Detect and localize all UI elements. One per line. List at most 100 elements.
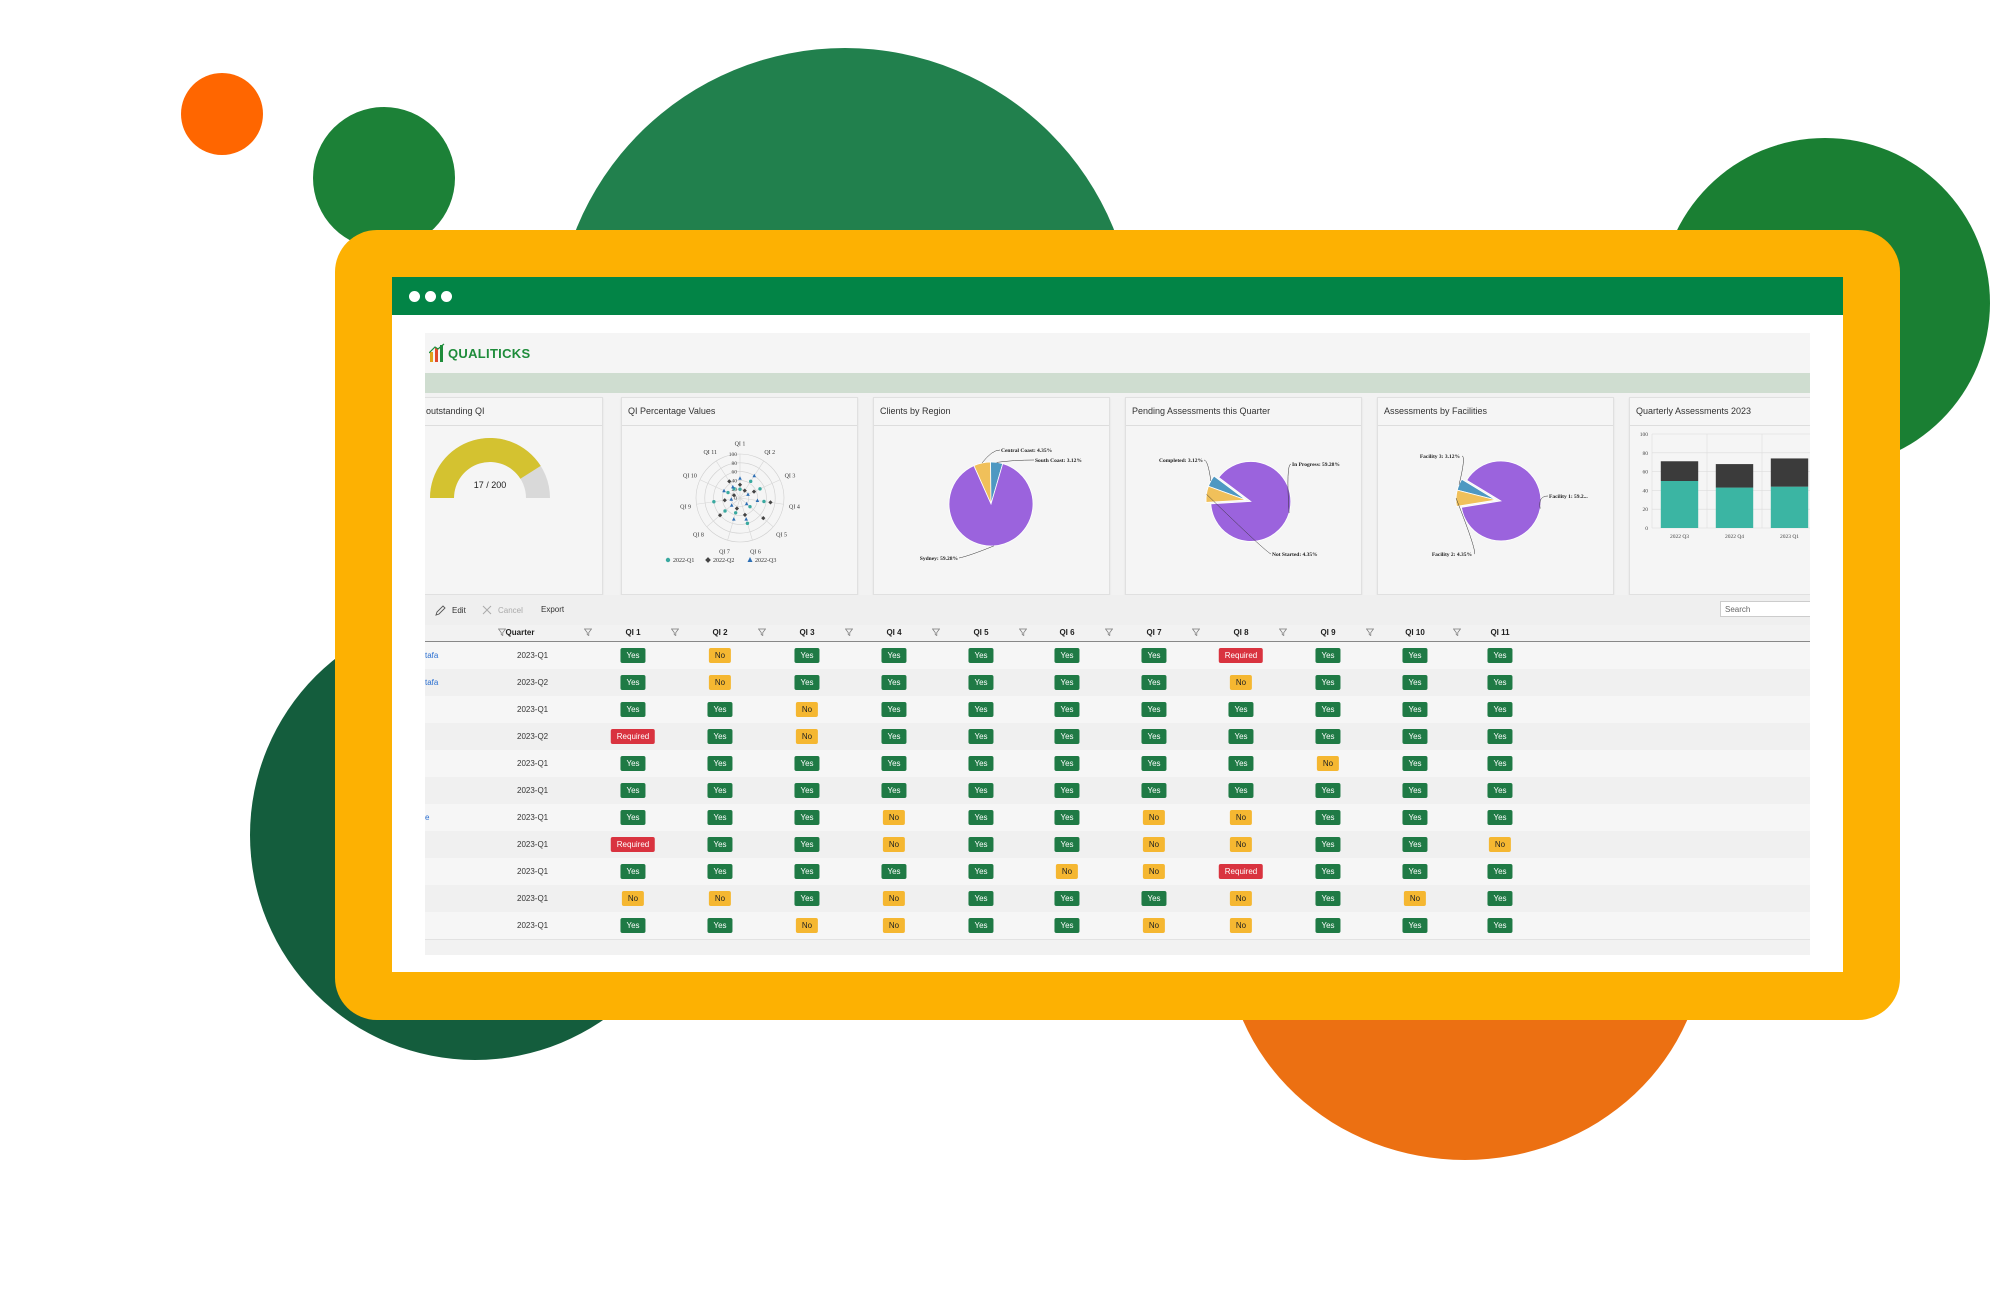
status-badge: Yes <box>794 756 820 771</box>
clients-by-region-card: Clients by Region Central Coast: 4.35% So… <box>873 397 1110 595</box>
radar-axis-label: QI 5 <box>776 533 787 539</box>
window-dot-2[interactable] <box>425 291 436 302</box>
assessments-by-facilities-card: Assessments by Facilities Facility 3: 3.… <box>1377 397 1614 595</box>
pie-slice-label: In Progress: 59.28% <box>1292 462 1340 468</box>
column-header-quarter[interactable]: Quarter <box>506 628 535 637</box>
bar-tick-label: 60 <box>1643 470 1649 476</box>
filter-icon[interactable] <box>758 628 766 636</box>
table-row[interactable]: 2023-Q1 Yes Yes Yes Yes Yes Yes Yes Yes Yes Yes Yes <box>425 777 1810 805</box>
pie-slice-label: South Coast: 3.12% <box>1035 458 1082 464</box>
radar-point <box>726 490 730 495</box>
filter-icon[interactable] <box>1366 628 1374 636</box>
search-input[interactable]: Search <box>1720 601 1810 617</box>
table-row[interactable]: 2023-Q1 Required Yes Yes No Yes Yes No No Yes Yes N… <box>425 831 1810 859</box>
table-row[interactable]: 2023-Q1 Yes Yes Yes Yes Yes No No Required Yes Yes… <box>425 858 1810 886</box>
column-header-qi-4[interactable]: QI 4 <box>886 628 901 637</box>
bar-segment[interactable] <box>1660 461 1699 481</box>
table-row[interactable]: 2023-Q1 Yes Yes Yes Yes Yes Yes Yes Yes No Yes Yes <box>425 750 1810 778</box>
status-badge: Yes <box>1487 729 1513 744</box>
status-badge: No <box>1142 864 1166 879</box>
status-badge: Yes <box>1054 837 1080 852</box>
row-name-link[interactable]: tafa <box>425 678 438 687</box>
status-badge: Yes <box>1054 918 1080 933</box>
radar-axis-label: QI 6 <box>750 549 761 555</box>
row-quarter: 2023-Q1 <box>517 786 549 795</box>
pie-slice-label: Facility 3: 3.12% <box>1420 454 1460 460</box>
status-badge: Yes <box>881 729 907 744</box>
legend-marker <box>705 557 711 563</box>
status-badge: Yes <box>881 675 907 690</box>
window-dot-3[interactable] <box>441 291 452 302</box>
pie-leader-line <box>996 459 1035 463</box>
status-badge: Yes <box>881 648 907 663</box>
column-header-qi-6[interactable]: QI 6 <box>1059 628 1074 637</box>
cancel-label: Cancel <box>498 605 523 615</box>
status-badge: No <box>1142 837 1166 852</box>
app-header: QUALITICKS <box>425 333 1810 373</box>
bar-segment[interactable] <box>1770 458 1809 487</box>
status-badge: Yes <box>1054 675 1080 690</box>
table-row[interactable]: e 2023-Q1 Yes Yes Yes No Yes Yes No No Yes Yes Yes <box>425 804 1810 832</box>
radar-point <box>745 521 750 526</box>
column-header-qi-5[interactable]: QI 5 <box>973 628 988 637</box>
bar-tick-label: 40 <box>1643 488 1649 494</box>
row-name-link[interactable]: tafa <box>425 651 438 660</box>
filter-icon[interactable] <box>584 628 592 636</box>
row-quarter: 2023-Q1 <box>517 867 549 876</box>
filter-icon[interactable] <box>1019 628 1027 636</box>
radar-axis-label: QI 4 <box>789 504 800 510</box>
brand-logo[interactable]: QUALITICKS <box>429 340 530 366</box>
filter-icon[interactable] <box>671 628 679 636</box>
column-header-qi-7[interactable]: QI 7 <box>1146 628 1161 637</box>
radar-tick-label: 0 <box>734 496 737 502</box>
column-header-qi-10[interactable]: QI 10 <box>1405 628 1425 637</box>
window-dot-1[interactable] <box>409 291 420 302</box>
status-badge: No <box>795 918 819 933</box>
pie-slice-label: Facility 1: 59.2... <box>1549 494 1588 500</box>
column-header-qi-1[interactable]: QI 1 <box>625 628 640 637</box>
filter-icon[interactable] <box>845 628 853 636</box>
filter-icon[interactable] <box>1192 628 1200 636</box>
filter-icon[interactable] <box>1453 628 1461 636</box>
status-badge: Yes <box>794 837 820 852</box>
bar-segment[interactable] <box>1770 486 1809 528</box>
row-name-link[interactable]: e <box>425 813 429 822</box>
status-badge: No <box>708 675 732 690</box>
column-header-qi-3[interactable]: QI 3 <box>799 628 814 637</box>
radar-point <box>768 500 773 505</box>
status-badge: Yes <box>1487 918 1513 933</box>
table-row[interactable]: tafa 2023-Q2 Yes No Yes Yes Yes Yes Yes No Yes Yes Y… <box>425 669 1810 697</box>
row-quarter: 2023-Q1 <box>517 705 549 714</box>
status-badge: Yes <box>968 675 994 690</box>
filter-icon[interactable] <box>1279 628 1287 636</box>
cancel-button[interactable]: Cancel <box>482 605 523 615</box>
table-row[interactable]: 2023-Q1 Yes Yes No No Yes Yes No No Yes Yes Yes <box>425 912 1810 940</box>
bar-segment[interactable] <box>1715 487 1754 528</box>
export-button[interactable]: Export <box>541 605 564 614</box>
status-badge: Yes <box>707 864 733 879</box>
status-badge: Yes <box>620 702 646 717</box>
bar-segment[interactable] <box>1660 481 1699 528</box>
status-badge: Yes <box>1141 891 1167 906</box>
status-badge: Required <box>1218 648 1264 663</box>
table-row[interactable]: 2023-Q1 Yes Yes No Yes Yes Yes Yes Yes Yes Yes Yes <box>425 696 1810 724</box>
table-row[interactable]: 2023-Q2 Required Yes No Yes Yes Yes Yes Yes Yes Ye… <box>425 723 1810 751</box>
status-badge: No <box>1229 810 1253 825</box>
filter-icon[interactable] <box>932 628 940 636</box>
column-header-qi-9[interactable]: QI 9 <box>1320 628 1335 637</box>
edit-button[interactable]: Edit <box>435 605 466 616</box>
column-header-qi-11[interactable]: QI 11 <box>1490 628 1509 637</box>
filter-icon[interactable] <box>1105 628 1113 636</box>
table-row[interactable]: 2023-Q1 No No Yes No Yes Yes Yes No Yes No Yes <box>425 885 1810 913</box>
column-header-qi-2[interactable]: QI 2 <box>712 628 727 637</box>
row-quarter: 2023-Q1 <box>517 921 549 930</box>
status-badge: Yes <box>707 702 733 717</box>
status-badge: Yes <box>1402 648 1428 663</box>
status-badge: Yes <box>968 837 994 852</box>
bar-segment[interactable] <box>1715 464 1754 488</box>
facilities-pie-chart: Facility 3: 3.12% Facility 1: 59.2... Faci… <box>1420 454 1589 558</box>
radar-point <box>762 499 766 504</box>
status-badge: Yes <box>881 783 907 798</box>
column-header-qi-8[interactable]: QI 8 <box>1233 628 1248 637</box>
table-row[interactable]: tafa 2023-Q1 Yes No Yes Yes Yes Yes Yes Required Y… <box>425 642 1810 670</box>
